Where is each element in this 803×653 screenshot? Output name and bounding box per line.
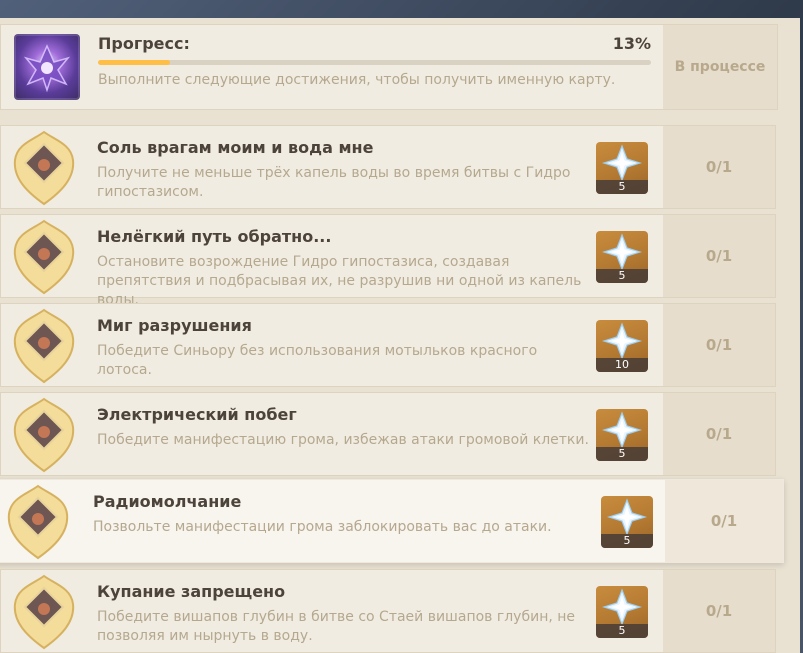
progress-status-cell: В процессе bbox=[663, 25, 777, 109]
achievement-badge-icon bbox=[13, 308, 75, 384]
achievement-badge-icon bbox=[13, 219, 75, 295]
achievement-status: 0/1 bbox=[705, 336, 733, 354]
achievement-title: Радиомолчание bbox=[93, 492, 242, 511]
primogem-icon bbox=[607, 498, 647, 536]
achievement-badge-icon bbox=[13, 397, 75, 473]
achievement-title: Нелёгкий путь обратно... bbox=[97, 227, 332, 246]
progress-bar bbox=[98, 60, 651, 65]
namecard-icon bbox=[14, 34, 80, 100]
reward-count: 5 bbox=[596, 180, 648, 194]
achievement-status: 0/1 bbox=[705, 158, 733, 176]
progress-card: Прогресс: 13% Выполните следующие достиж… bbox=[0, 24, 778, 110]
achievement-status: 0/1 bbox=[705, 425, 733, 443]
achievement-description: Получите не меньше трёх капель воды во в… bbox=[97, 165, 571, 200]
reward-count: 5 bbox=[596, 624, 648, 638]
achievement-description: Победите манифестацию грома, избежав ата… bbox=[97, 432, 589, 448]
reward-item[interactable]: 5 bbox=[601, 496, 653, 548]
reward-count: 5 bbox=[596, 269, 648, 283]
achievement-badge-icon bbox=[7, 484, 69, 560]
status-cell: 0/1 bbox=[663, 215, 775, 297]
primogem-icon bbox=[602, 411, 642, 449]
achievement-list[interactable]: Соль врагам моим и вода мне Получите не … bbox=[0, 125, 790, 653]
primogem-icon bbox=[602, 322, 642, 360]
achievement-title: Соль врагам моим и вода мне bbox=[97, 138, 374, 157]
progress-bar-fill bbox=[98, 60, 170, 65]
progress-title: Прогресс: bbox=[98, 34, 190, 53]
achievement-badge-icon bbox=[13, 574, 75, 650]
primogem-icon bbox=[602, 588, 642, 626]
achievement-row-selected[interactable]: Радиомолчание Позвольте манифестации гро… bbox=[0, 479, 784, 563]
achievement-row[interactable]: Нелёгкий путь обратно... Остановите возр… bbox=[0, 214, 776, 308]
status-cell: 0/1 bbox=[665, 480, 783, 562]
reward-item[interactable]: 10 bbox=[596, 320, 648, 372]
achievement-description: Остановите возрождение Гидро гипостазиса… bbox=[97, 254, 582, 308]
reward-item[interactable]: 5 bbox=[596, 142, 648, 194]
status-cell: 0/1 bbox=[663, 304, 775, 386]
achievement-description: Позвольте манифестации грома заблокирова… bbox=[93, 519, 552, 535]
achievement-description: Победите Синьору без использования мотыл… bbox=[97, 343, 538, 378]
achievement-row[interactable]: Соль врагам моим и вода мне Получите не … bbox=[0, 125, 776, 209]
reward-item[interactable]: 5 bbox=[596, 231, 648, 283]
reward-count: 10 bbox=[596, 358, 648, 372]
primogem-icon bbox=[602, 144, 642, 182]
achievement-status: 0/1 bbox=[705, 247, 733, 265]
achievement-description: Победите вишапов глубин в битве со Стаей… bbox=[97, 609, 576, 644]
progress-percent: 13% bbox=[612, 34, 651, 53]
reward-item[interactable]: 5 bbox=[596, 409, 648, 461]
achievement-row[interactable]: Электрический побег Победите манифестаци… bbox=[0, 392, 776, 476]
reward-count: 5 bbox=[601, 534, 653, 548]
reward-count: 5 bbox=[596, 447, 648, 461]
status-cell: 0/1 bbox=[663, 393, 775, 475]
achievement-status: 0/1 bbox=[705, 602, 733, 620]
achievement-title: Электрический побег bbox=[97, 405, 297, 424]
progress-description: Выполните следующие достижения, чтобы по… bbox=[98, 72, 616, 88]
achievement-title: Миг разрушения bbox=[97, 316, 252, 335]
reward-item[interactable]: 5 bbox=[596, 586, 648, 638]
achievement-title: Купание запрещено bbox=[97, 582, 286, 601]
status-cell: 0/1 bbox=[663, 570, 775, 652]
achievement-badge-icon bbox=[13, 130, 75, 206]
status-cell: 0/1 bbox=[663, 126, 775, 208]
achievement-status: 0/1 bbox=[710, 512, 738, 530]
progress-status: В процессе bbox=[674, 59, 766, 75]
achievement-row[interactable]: Миг разрушения Победите Синьору без испо… bbox=[0, 303, 776, 387]
achievement-row[interactable]: Купание запрещено Победите вишапов глуби… bbox=[0, 569, 776, 653]
primogem-icon bbox=[602, 233, 642, 271]
